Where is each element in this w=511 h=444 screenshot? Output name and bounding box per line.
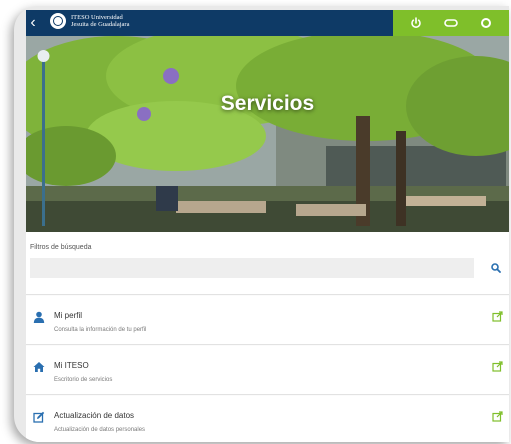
- external-link-icon: [491, 360, 503, 372]
- external-link-button[interactable]: [491, 360, 503, 372]
- external-link-icon: [491, 310, 503, 322]
- power-button[interactable]: [408, 15, 424, 31]
- item-subtitle: Actualización de datos personales: [54, 427, 146, 433]
- user-icon: [32, 310, 46, 324]
- item-subtitle: Consulta la información de tu perfil: [54, 327, 147, 333]
- iteso-logo: ITESO Universidad Jesuita de Guadalajara: [50, 13, 129, 29]
- logo-line-2: Jesuita de Guadalajara: [71, 21, 130, 28]
- back-button[interactable]: ‹: [26, 13, 44, 33]
- list-item-actualizacion-de-datos[interactable]: Actualización de datos Actualización de …: [26, 396, 509, 442]
- search-input[interactable]: [30, 258, 474, 278]
- list-item-mi-iteso[interactable]: Mi ITESO Escritorio de servicios: [26, 346, 509, 395]
- external-link-button[interactable]: [491, 410, 503, 422]
- app-screen: ‹ ITESO Universidad Jesuita de Guadalaja…: [26, 10, 509, 442]
- item-subtitle: Escritorio de servicios: [54, 377, 113, 383]
- list-item-mi-perfil[interactable]: Mi perfil Consulta la información de tu …: [26, 296, 509, 345]
- item-title: Mi ITESO: [54, 361, 89, 370]
- item-title: Mi perfil: [54, 311, 83, 320]
- chevron-left-icon: ‹: [30, 14, 36, 31]
- header-actions: [393, 10, 509, 36]
- toggle-icon: [444, 19, 458, 27]
- item-title: Actualización de datos: [54, 411, 135, 420]
- hero-banner: Servicios: [26, 36, 509, 232]
- toggle-button[interactable]: [443, 15, 459, 31]
- page-title: Servicios: [220, 92, 315, 115]
- iteso-seal-icon: [50, 13, 66, 29]
- hero-photo: [26, 36, 509, 232]
- search-filters: Filtros de búsqueda: [26, 232, 509, 295]
- search-icon: [491, 263, 501, 273]
- logo-text: ITESO Universidad Jesuita de Guadalajara: [71, 14, 129, 28]
- circle-icon: [480, 18, 491, 28]
- external-link-button[interactable]: [491, 310, 503, 322]
- device-frame: ‹ ITESO Universidad Jesuita de Guadalaja…: [14, 6, 509, 442]
- edit-icon: [32, 410, 46, 424]
- home-icon: [32, 360, 46, 374]
- external-link-icon: [491, 410, 503, 422]
- logo-line-1: ITESO Universidad: [71, 14, 123, 21]
- filters-label: Filtros de búsqueda: [30, 244, 92, 251]
- search-button[interactable]: [488, 260, 504, 276]
- settings-button[interactable]: [478, 15, 494, 31]
- top-bar: ‹ ITESO Universidad Jesuita de Guadalaja…: [26, 10, 509, 36]
- power-icon: [411, 17, 422, 28]
